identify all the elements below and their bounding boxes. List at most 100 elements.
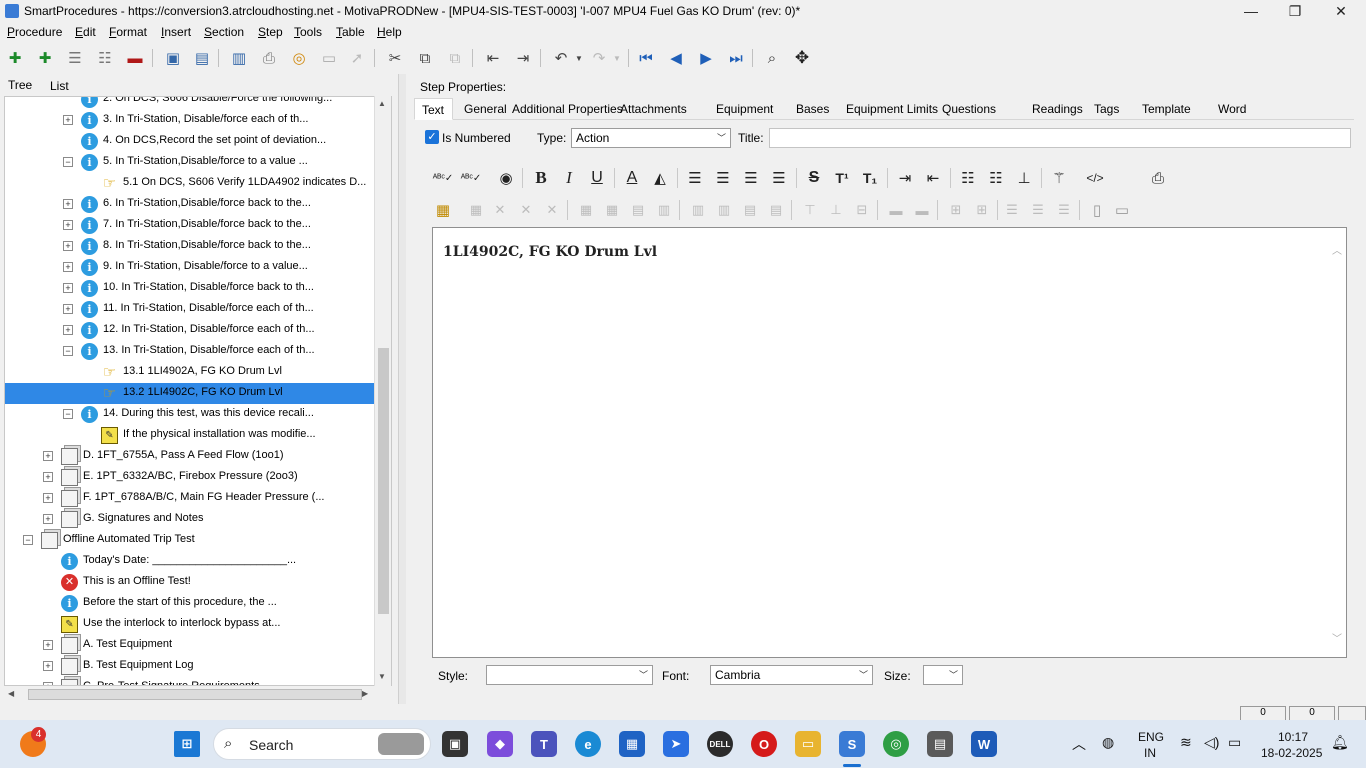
expand-icon[interactable]: + — [63, 241, 73, 251]
tree-node[interactable]: ✎ Use the interlock to interlock bypass a… — [5, 614, 375, 635]
expand-icon[interactable]: + — [63, 199, 73, 209]
opera-icon[interactable]: O — [751, 731, 777, 757]
copy-icon[interactable]: ⧉ — [414, 47, 436, 69]
menu-step[interactable]: Step — [258, 25, 283, 39]
font-color-icon[interactable]: A — [620, 166, 644, 190]
tree-node[interactable]: − Offline Automated Trip Test — [5, 530, 375, 551]
tree-node[interactable]: ☞ 13.1 1LI4902A, FG KO Drum Lvl — [5, 362, 375, 383]
align-left-icon[interactable]: ☰ — [683, 166, 707, 190]
align-right-icon[interactable]: ☰ — [739, 166, 763, 190]
expand-icon[interactable]: + — [43, 493, 53, 503]
export-icon[interactable]: ➚ — [346, 47, 368, 69]
tree-vertical-scrollbar[interactable]: ▲ ▼ — [374, 96, 391, 686]
editor-scroll-up-icon[interactable]: ︿ — [1332, 242, 1342, 257]
word-icon[interactable]: W — [971, 731, 997, 757]
menu-tools[interactable]: Tools — [294, 25, 322, 39]
minimize-button[interactable]: — — [1228, 0, 1274, 22]
style-select[interactable]: ﹀ — [486, 665, 653, 685]
field-icon[interactable]: ▯ — [1085, 198, 1109, 222]
wifi-icon[interactable]: ≋ — [1180, 734, 1192, 751]
justify-icon[interactable]: ☰ — [767, 166, 791, 190]
textbox-icon[interactable]: ▭ — [1110, 198, 1134, 222]
notifications-icon[interactable]: 🔔︎ — [1331, 734, 1349, 751]
power-automate-icon[interactable]: ➤ — [663, 731, 689, 757]
clock-time[interactable]: 10:17 — [1278, 730, 1308, 744]
cut-icon[interactable]: ✂ — [384, 47, 406, 69]
collapse-icon[interactable]: − — [63, 157, 73, 167]
tab-questions[interactable]: Questions — [942, 98, 996, 120]
network-status-icon[interactable]: ◍ — [1102, 734, 1114, 751]
tree-node[interactable]: +C. Pre-Test Signature Requirements — [5, 677, 375, 685]
menu-table[interactable]: Table — [336, 25, 365, 39]
menu-edit[interactable]: Edit — [75, 25, 96, 39]
tree-node[interactable]: − i 5. In Tri-Station,Disable/force to a v… — [5, 152, 375, 173]
tab-text[interactable]: Text — [414, 98, 454, 120]
move-left-icon[interactable]: ⇤ — [482, 47, 504, 69]
is-numbered-checkbox[interactable]: ✓ — [425, 130, 439, 144]
expand-icon[interactable]: + — [43, 661, 53, 671]
tab-general[interactable]: General — [464, 98, 507, 120]
dell-icon[interactable]: DELL — [707, 731, 733, 757]
print-preview-icon[interactable]: ⎙ — [1146, 166, 1170, 190]
tree-node[interactable]: + i 3. In Tri-Station, Disable/force each … — [5, 110, 375, 131]
last-icon[interactable]: ⏭ — [725, 47, 747, 69]
find-replace-icon[interactable]: ⌕ — [761, 47, 783, 69]
delete-icon[interactable]: ▬ — [124, 47, 146, 69]
tree-node[interactable]: + G. Signatures and Notes — [5, 509, 375, 530]
tab-equipment-limits[interactable]: Equipment Limits — [846, 98, 938, 120]
highlight-icon[interactable]: ◭ — [648, 166, 672, 190]
store-icon[interactable]: ▦ — [619, 731, 645, 757]
expand-icon[interactable]: + — [43, 640, 53, 650]
spellcheck-icon[interactable]: ᴬᴮᶜ✓ — [431, 166, 455, 190]
collapse-icon[interactable]: − — [63, 346, 73, 356]
expand-icon[interactable]: + — [63, 220, 73, 230]
tree-node[interactable]: ✎ If the physical installation was modifi… — [5, 425, 375, 446]
redo-dropdown-icon[interactable]: ▼ — [606, 47, 628, 69]
tree-node[interactable]: i 4. On DCS,Record the set point of devia… — [5, 131, 375, 152]
editor-content[interactable]: 1LI4902C, FG KO Drum Lvl — [443, 244, 657, 260]
teams-icon[interactable]: T — [531, 731, 557, 757]
scroll-up-icon[interactable]: ▲ — [378, 99, 386, 108]
tree-node[interactable]: + i 7. In Tri-Station,Disable/force back t… — [5, 215, 375, 236]
tree-node[interactable]: − i 14. During this test, was this device … — [5, 404, 375, 425]
subscript-icon[interactable]: T₁ — [858, 166, 882, 190]
expand-icon[interactable]: + — [63, 283, 73, 293]
tree-node[interactable]: ☞ 5.1 On DCS, S606 Verify 1LDA4902 indica… — [5, 173, 375, 194]
tree-node[interactable]: i 2. On DCS, S606 Disable/Force the follo… — [5, 97, 375, 110]
tree-node[interactable]: + B. Test Equipment Log — [5, 656, 375, 677]
publish-icon[interactable]: ▥ — [228, 47, 250, 69]
expand-icon[interactable]: + — [63, 304, 73, 314]
panel-splitter[interactable] — [398, 74, 406, 704]
taskbar-search[interactable]: ⌕ Search — [213, 728, 431, 760]
font-select[interactable]: Cambria ﹀ — [710, 665, 873, 685]
tab-readings[interactable]: Readings — [1032, 98, 1083, 120]
tab-equipment[interactable]: Equipment — [716, 98, 773, 120]
menu-section[interactable]: Section — [204, 25, 244, 39]
step-text-editor[interactable]: 1LI4902C, FG KO Drum Lvl ︿ ﹀ — [432, 227, 1347, 658]
language-bottom[interactable]: IN — [1144, 746, 1156, 760]
outdent-list-icon[interactable]: ☷ — [94, 47, 116, 69]
indent-icon[interactable]: ⇥ — [893, 166, 917, 190]
refresh-icon[interactable]: ◎ — [288, 47, 310, 69]
tree-node[interactable]: + i 10. In Tri-Station, Disable/force back… — [5, 278, 375, 299]
tree-node[interactable]: + i 9. In Tri-Station, Disable/force to a … — [5, 257, 375, 278]
battery-icon[interactable]: ▭ — [1228, 734, 1241, 751]
first-icon[interactable]: ⏮ — [635, 47, 657, 69]
tree-node[interactable]: + i 8. In Tri-Station,Disable/force back t… — [5, 236, 375, 257]
tree-node[interactable]: i Today's Date: ______________________... — [5, 551, 375, 572]
tree-node[interactable]: + F. 1PT_6788A/B/C, Main FG Header Pressu… — [5, 488, 375, 509]
expand-icon[interactable]: + — [63, 325, 73, 335]
clock-date[interactable]: 18-02-2025 — [1261, 746, 1322, 760]
tab-additional-properties[interactable]: Additional Properties — [512, 98, 623, 120]
scroll-right-icon[interactable]: ▶ — [362, 689, 368, 698]
color-wheel-icon[interactable]: ◉ — [494, 166, 518, 190]
indent-list-icon[interactable]: ☰ — [64, 47, 86, 69]
collapse-icon[interactable]: − — [23, 535, 33, 545]
language-top[interactable]: ENG — [1138, 730, 1164, 744]
add-child-icon[interactable]: ✚ — [34, 47, 56, 69]
expand-icon[interactable]: + — [43, 451, 53, 461]
title-input[interactable] — [769, 128, 1351, 148]
open-icon[interactable]: ▣ — [162, 47, 184, 69]
copilot-icon[interactable]: ◆ — [487, 731, 513, 757]
save-icon[interactable]: ▤ — [191, 47, 213, 69]
